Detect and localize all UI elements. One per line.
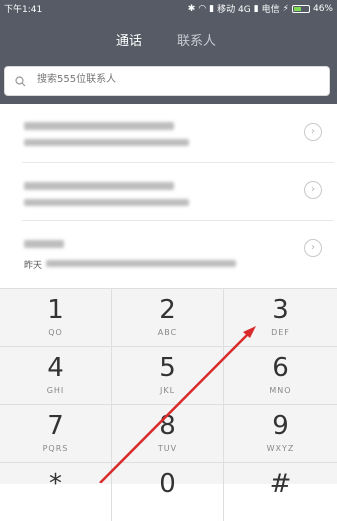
top-header: 通话 联系人 — [0, 16, 337, 62]
key-digit: 7 — [47, 411, 64, 441]
key-6[interactable]: 6 MNO — [224, 347, 337, 405]
battery-percent: 46% — [312, 3, 333, 14]
blurred-contact-name — [24, 182, 174, 190]
key-letters: TUV — [157, 444, 178, 453]
key-8[interactable]: 8 TUV — [112, 405, 224, 463]
key-digit: 9 — [272, 411, 289, 441]
call-date-label: 昨天 — [24, 261, 43, 271]
key-digit: 0 — [159, 469, 176, 499]
recent-calls-list: › › 昨天 › — [0, 104, 337, 284]
dial-keypad: 1 QO 2 ABC 3 DEF 4 GHI 5 JKL 6 MNO 7 PQR… — [0, 288, 337, 521]
key-9[interactable]: 9 WXYZ — [224, 405, 337, 463]
search-icon — [15, 76, 26, 87]
key-star[interactable]: * — [0, 463, 112, 521]
key-1[interactable]: 1 QO — [0, 289, 112, 347]
key-letters: QO — [48, 328, 63, 337]
call-log-item[interactable]: › — [22, 106, 334, 163]
charging-icon: ⚡ — [282, 3, 289, 14]
wifi-icon: ◠ — [198, 3, 207, 14]
key-7[interactable]: 7 PQRS — [0, 405, 112, 463]
search-box[interactable] — [4, 66, 330, 96]
key-digit: # — [269, 469, 292, 499]
search-input[interactable] — [35, 73, 319, 86]
key-5[interactable]: 5 JKL — [112, 347, 224, 405]
key-digit: 3 — [272, 295, 289, 325]
key-digit: * — [49, 469, 62, 499]
bluetooth-icon: ✱ — [187, 3, 196, 14]
tab-contacts[interactable]: 联系人 — [177, 30, 216, 49]
status-bar: 下午1:41 ✱ ◠ ▮ 移动 4G ▮ 电信 ⚡ 46% — [0, 0, 337, 16]
search-area — [0, 62, 337, 104]
call-log-item[interactable]: › — [22, 164, 334, 221]
battery-icon — [291, 4, 310, 13]
key-digit: 6 — [272, 353, 289, 383]
call-detail-chevron-icon[interactable]: › — [304, 123, 322, 141]
key-letters: DEF — [271, 328, 290, 337]
key-0[interactable]: 0 — [112, 463, 224, 521]
key-digit: 1 — [47, 295, 64, 325]
call-log-item[interactable]: 昨天 › — [22, 222, 334, 278]
carrier1-label: 移动 4G — [217, 5, 251, 15]
key-hash[interactable]: # — [224, 463, 337, 521]
call-detail-chevron-icon[interactable]: › — [304, 239, 322, 257]
key-digit: 5 — [159, 353, 176, 383]
call-detail-chevron-icon[interactable]: › — [304, 181, 322, 199]
blurred-call-detail — [46, 260, 236, 267]
blurred-call-detail — [24, 139, 189, 146]
blurred-contact-name — [24, 122, 174, 130]
key-4[interactable]: 4 GHI — [0, 347, 112, 405]
key-letters: PQRS — [42, 444, 69, 453]
signal-icon: ▮ — [209, 3, 215, 14]
key-3[interactable]: 3 DEF — [224, 289, 337, 347]
key-letters: MNO — [269, 386, 292, 395]
status-right: ✱ ◠ ▮ 移动 4G ▮ 电信 ⚡ 46% — [187, 2, 333, 16]
key-letters: ABC — [157, 328, 178, 337]
signal2-icon: ▮ — [253, 3, 259, 14]
tab-calls[interactable]: 通话 — [116, 30, 142, 49]
key-letters: WXYZ — [266, 444, 295, 453]
key-2[interactable]: 2 ABC — [112, 289, 224, 347]
blurred-contact-name — [24, 240, 64, 248]
status-time: 下午1:41 — [4, 5, 43, 15]
key-letters: JKL — [159, 386, 176, 395]
key-digit: 4 — [47, 353, 64, 383]
key-digit: 2 — [159, 295, 176, 325]
key-letters: GHI — [46, 386, 65, 395]
carrier2-label: 电信 — [261, 5, 280, 15]
blurred-call-detail — [24, 199, 189, 206]
key-digit: 8 — [159, 411, 176, 441]
